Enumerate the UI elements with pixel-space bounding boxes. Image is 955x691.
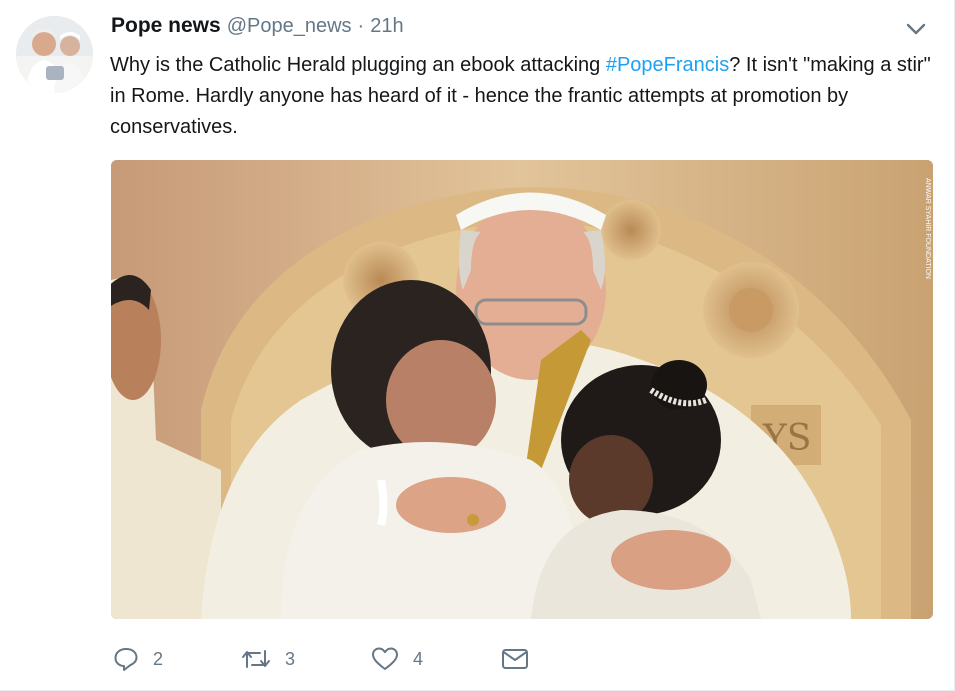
tweet-card[interactable]: Pope news @Pope_news · 21h Why is the Ca… [0, 0, 955, 691]
retweet-count: 3 [285, 648, 296, 669]
photo-credit: ANWAR SYAHIR FOUNDATION [924, 178, 931, 279]
user-handle[interactable]: @Pope_news [227, 15, 352, 38]
tweet-header: Pope news @Pope_news · 21h [111, 14, 404, 42]
reply-count: 2 [153, 648, 164, 669]
tweet-photo[interactable]: YS ANWAR SYAHIR FOUNDATION [111, 160, 933, 619]
hashtag-link[interactable]: #PopeFrancis [606, 54, 729, 76]
chevron-down-icon[interactable] [905, 20, 927, 38]
avatar-image [16, 16, 93, 93]
reply-button[interactable]: 2 [113, 644, 163, 674]
direct-message-button[interactable] [501, 644, 529, 674]
separator-dot: · [357, 15, 365, 37]
retweet-icon [242, 650, 270, 668]
reply-icon [114, 648, 138, 671]
like-count: 4 [413, 648, 424, 669]
envelope-icon [502, 649, 528, 669]
tweet-actions: 2 3 4 [113, 644, 653, 674]
timestamp[interactable]: 21h [370, 15, 403, 38]
retweet-button[interactable]: 3 [241, 644, 295, 674]
avatar[interactable] [16, 16, 93, 93]
tweet-text: Why is the Catholic Herald plugging an e… [110, 50, 940, 143]
like-button[interactable]: 4 [371, 644, 423, 674]
heart-icon [372, 647, 398, 670]
display-name[interactable]: Pope news [111, 14, 221, 38]
tweet-text-part1: Why is the Catholic Herald plugging an e… [110, 54, 606, 76]
photo-image: YS ANWAR SYAHIR FOUNDATION [111, 160, 933, 619]
